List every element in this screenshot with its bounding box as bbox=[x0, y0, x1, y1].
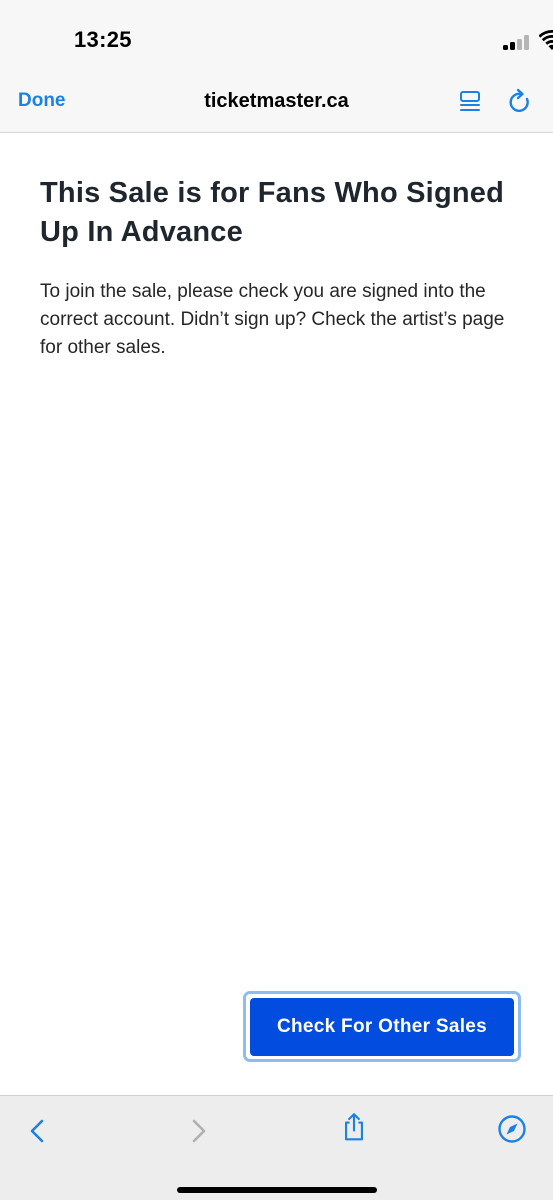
compass-icon[interactable] bbox=[497, 1114, 527, 1144]
page-body-text: To join the sale, please check you are s… bbox=[40, 281, 505, 358]
status-time: 13:25 bbox=[74, 27, 132, 52]
bottom-toolbar bbox=[0, 1095, 553, 1200]
page-heading: This Sale is for Fans Who Signed Up In A… bbox=[40, 177, 505, 248]
wifi-icon bbox=[539, 30, 553, 50]
screen: 13:25 31 Done ticketmaster.ca bbox=[0, 0, 553, 1200]
signal-icon bbox=[503, 34, 533, 50]
home-indicator[interactable] bbox=[177, 1187, 377, 1193]
reader-icon[interactable] bbox=[458, 90, 482, 114]
forward-icon[interactable] bbox=[183, 1116, 213, 1146]
header-bar: 13:25 31 Done ticketmaster.ca bbox=[0, 0, 553, 133]
back-icon[interactable] bbox=[23, 1116, 53, 1146]
check-other-sales-button[interactable]: Check For Other Sales bbox=[250, 998, 514, 1056]
share-icon[interactable] bbox=[339, 1112, 369, 1142]
sale-message: This Sale is for Fans Who Signed Up In A… bbox=[40, 174, 520, 362]
reload-icon[interactable] bbox=[507, 88, 533, 116]
